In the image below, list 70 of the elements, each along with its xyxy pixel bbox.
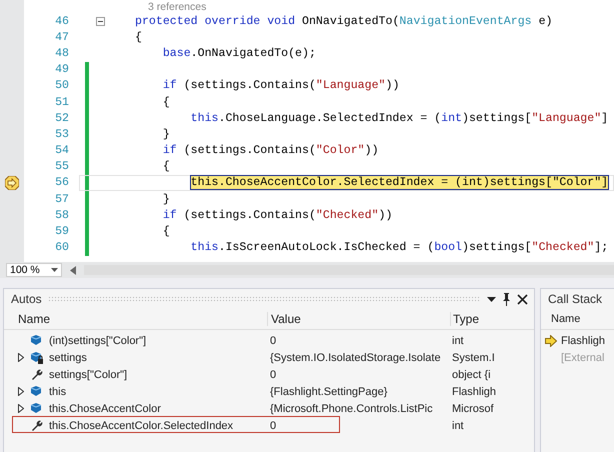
line-number: 59 bbox=[54, 225, 69, 238]
variable-type: Flashligh bbox=[451, 386, 498, 398]
code-line: if (settings.Contains("Checked")) bbox=[162, 208, 392, 222]
cube-icon bbox=[30, 385, 43, 398]
code-line: } bbox=[162, 192, 170, 206]
line-number: 53 bbox=[54, 128, 69, 141]
scroll-left-icon[interactable] bbox=[70, 266, 76, 274]
code-line: protected override void OnNavigatedTo(NavigationEventArgs e) bbox=[135, 14, 552, 28]
column-header[interactable]: Name bbox=[4, 312, 267, 326]
zoom-dropdown[interactable]: 100 % bbox=[6, 263, 62, 277]
variable-name: this.ChoseAccentColor.SelectedIndex bbox=[49, 420, 234, 432]
column-header[interactable]: Name bbox=[541, 313, 580, 325]
expand-icon[interactable] bbox=[18, 404, 24, 413]
variable-value: 0 bbox=[269, 334, 278, 346]
line-number: 57 bbox=[54, 192, 69, 206]
code-line: if (settings.Contains("Color")) bbox=[162, 144, 379, 158]
caret-icon bbox=[51, 268, 58, 272]
variable-name: (int)settings["Color"] bbox=[49, 334, 146, 346]
variable-value: {Flashlight.SettingPage} bbox=[269, 386, 388, 398]
wrench-icon bbox=[30, 419, 43, 432]
code-line: { bbox=[135, 30, 142, 44]
variable-value: {System.IO.IsolatedStorage.Isolate bbox=[269, 352, 442, 364]
variable-value: 0 bbox=[269, 368, 278, 380]
line-number: 58 bbox=[54, 208, 69, 222]
variable-name: settings["Color"] bbox=[49, 368, 128, 380]
dropdown-icon[interactable] bbox=[487, 296, 496, 302]
variable-value: 0 bbox=[269, 420, 278, 432]
line-number: 49 bbox=[54, 63, 69, 76]
line-number: 50 bbox=[54, 79, 69, 92]
stack-frame[interactable]: Flashligh bbox=[557, 334, 606, 346]
line-number: 46 bbox=[54, 14, 69, 28]
code-editor[interactable] bbox=[0, 0, 614, 262]
code-line: { bbox=[162, 160, 170, 174]
code-line: if (settings.Contains("Language")) bbox=[162, 79, 400, 92]
code-line: } bbox=[162, 128, 170, 141]
variable-name: settings bbox=[49, 352, 87, 364]
variable-value: {Microsoft.Phone.Controls.ListPic bbox=[269, 402, 434, 414]
cube-icon bbox=[30, 334, 43, 347]
close-icon[interactable] bbox=[517, 294, 528, 304]
variable-type: object {i bbox=[451, 368, 492, 380]
line-number: 56 bbox=[54, 176, 69, 190]
variable-type: System.I bbox=[451, 352, 496, 364]
line-number: 60 bbox=[54, 241, 69, 254]
line-number: 48 bbox=[54, 46, 69, 60]
column-header[interactable]: Type bbox=[450, 312, 522, 326]
code-line: this.ChoseLanguage.SelectedIndex = (int)settings["Language"] bbox=[190, 112, 608, 125]
expand-icon[interactable] bbox=[18, 387, 24, 396]
line-number: 55 bbox=[54, 160, 69, 174]
variable-type: Microsof bbox=[451, 402, 495, 414]
expand-icon[interactable] bbox=[18, 353, 24, 362]
panel-title: Autos bbox=[11, 292, 42, 306]
wrench-icon bbox=[30, 368, 43, 381]
code-line: this.IsScreenAutoLock.IsChecked = (bool)settings["Checked"]; bbox=[190, 241, 608, 254]
pin-icon[interactable] bbox=[502, 292, 511, 306]
cube-icon bbox=[30, 402, 43, 415]
column-header[interactable]: Value bbox=[267, 312, 450, 326]
panel-title: Call Stack bbox=[548, 292, 602, 306]
code-line: base.OnNavigatedTo(e); bbox=[162, 46, 316, 60]
line-number: 52 bbox=[54, 112, 69, 125]
code-line: { bbox=[162, 96, 170, 109]
variable-type: int bbox=[451, 334, 465, 346]
variable-name: this bbox=[49, 386, 66, 398]
line-number: 54 bbox=[54, 144, 69, 158]
code-line: { bbox=[162, 225, 170, 238]
variable-type: int bbox=[451, 420, 465, 432]
line-number: 47 bbox=[54, 30, 69, 44]
locked-cube-icon bbox=[30, 351, 43, 364]
variable-name: this.ChoseAccentColor bbox=[49, 402, 161, 414]
collapse-icon[interactable] bbox=[96, 16, 105, 26]
line-number: 51 bbox=[54, 96, 69, 109]
